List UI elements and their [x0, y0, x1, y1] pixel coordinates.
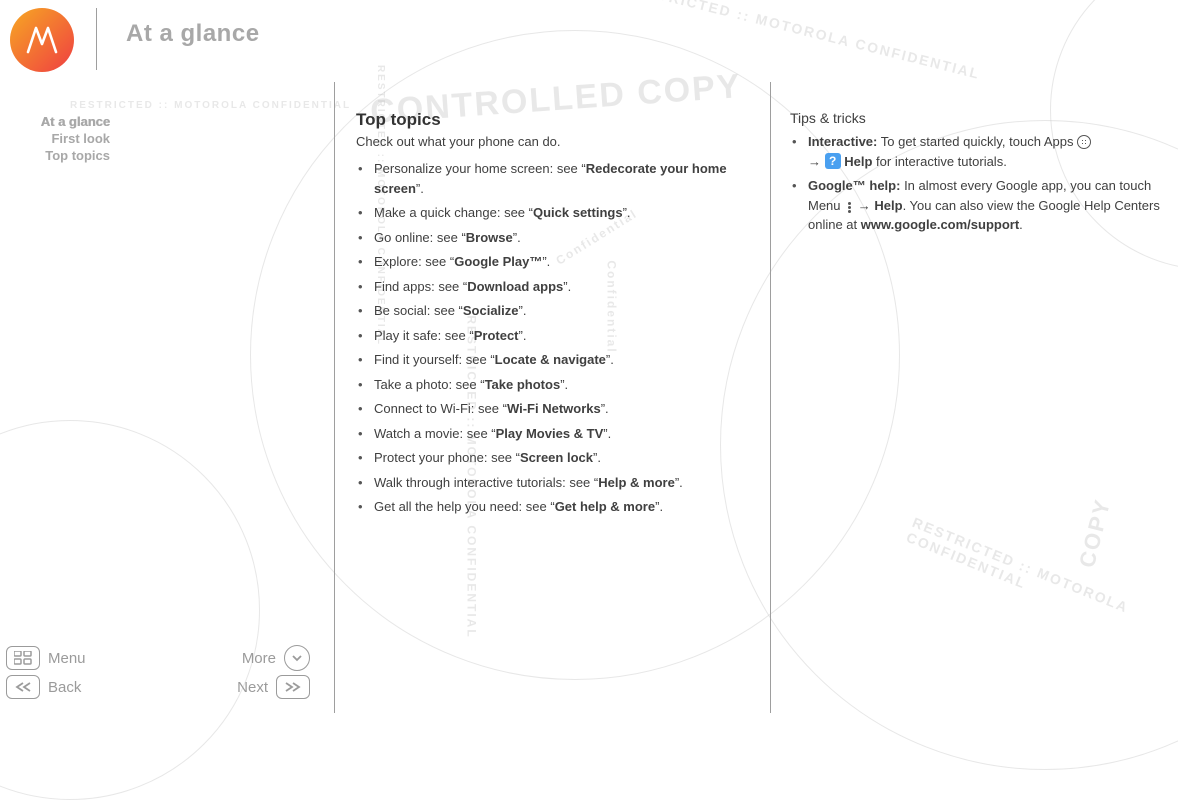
topic-text: Play it safe: see “	[374, 328, 474, 343]
help-icon: ?	[825, 153, 841, 169]
main-column: Top topics Check out what your phone can…	[356, 110, 756, 522]
topic-text: ”.	[623, 205, 631, 220]
topic-text: ”.	[513, 230, 521, 245]
topic-item: Connect to Wi-Fi: see “Wi-Fi Networks”.	[370, 399, 756, 419]
topic-text: ”.	[519, 328, 527, 343]
topic-item: Take a photo: see “Take photos”.	[370, 375, 756, 395]
more-button[interactable]	[284, 645, 310, 671]
topic-link[interactable]: Download apps	[467, 279, 563, 294]
topic-text: Walk through interactive tutorials: see …	[374, 475, 598, 490]
section-heading: Top topics	[356, 110, 756, 130]
topic-item: Find it yourself: see “Locate & navigate…	[370, 350, 756, 370]
watermark-text: RESTRICTED :: MOTOROLA CONFIDENTIAL	[70, 100, 351, 111]
topic-link[interactable]: Protect	[474, 328, 519, 343]
column-divider	[770, 82, 771, 713]
topic-link[interactable]: Quick settings	[533, 205, 623, 220]
topic-text: ”.	[675, 475, 683, 490]
topic-item: Personalize your home screen: see “Redec…	[370, 159, 756, 198]
topic-text: ”.	[563, 279, 571, 294]
topic-text: ”.	[593, 450, 601, 465]
topic-text: Make a quick change: see “	[374, 205, 533, 220]
topic-item: Play it safe: see “Protect”.	[370, 326, 756, 346]
topic-text: ”.	[519, 303, 527, 318]
tip-url[interactable]: www.google.com/support	[861, 217, 1019, 232]
tips-column: Tips & tricks Interactive: To get starte…	[790, 110, 1168, 240]
topic-item: Get all the help you need: see “Get help…	[370, 497, 756, 517]
next-label: Next	[237, 679, 268, 696]
arrow-icon: →	[858, 198, 871, 213]
tip-link[interactable]: Help	[841, 154, 873, 169]
topic-text: ”.	[603, 426, 611, 441]
topic-text: Protect your phone: see “	[374, 450, 520, 465]
topic-text: ”.	[606, 352, 614, 367]
topic-text: Find apps: see “	[374, 279, 467, 294]
header-divider	[96, 8, 97, 70]
menu-label: Menu	[48, 650, 86, 667]
topic-text: ”.	[542, 254, 550, 269]
topic-text: Find it yourself: see “	[374, 352, 495, 367]
topic-item: Go online: see “Browse”.	[370, 228, 756, 248]
topic-link[interactable]: Google Play™	[454, 254, 542, 269]
toc-link[interactable]: Top topics	[0, 148, 110, 165]
topic-item: Walk through interactive tutorials: see …	[370, 473, 756, 493]
topic-link[interactable]: Locate & navigate	[495, 352, 606, 367]
toc-link[interactable]: At a glance	[0, 114, 110, 131]
topic-text: Personalize your home screen: see “	[374, 161, 586, 176]
watermark-text: COPY	[1074, 496, 1116, 571]
topic-item: Find apps: see “Download apps”.	[370, 277, 756, 297]
tip-link[interactable]: Help	[871, 198, 903, 213]
topic-text: ”.	[416, 181, 424, 196]
tips-heading: Tips & tricks	[790, 110, 1168, 126]
topic-list: Personalize your home screen: see “Redec…	[356, 159, 756, 517]
topic-item: Be social: see “Socialize”.	[370, 301, 756, 321]
tip-label: Google™ help:	[808, 178, 900, 193]
back-button[interactable]	[6, 675, 40, 699]
topic-link[interactable]: Play Movies & TV	[496, 426, 604, 441]
topic-text: Go online: see “	[374, 230, 466, 245]
topic-text: ”.	[601, 401, 609, 416]
topic-text: ”.	[655, 499, 663, 514]
arrow-icon: →	[808, 154, 821, 169]
topic-item: Explore: see “Google Play™”.	[370, 252, 756, 272]
apps-grid-icon	[1077, 135, 1091, 149]
topic-link[interactable]: Screen lock	[520, 450, 593, 465]
topic-text: ”.	[560, 377, 568, 392]
topic-item: Protect your phone: see “Screen lock”.	[370, 448, 756, 468]
back-label: Back	[48, 679, 81, 696]
toc-link[interactable]: First look	[0, 131, 110, 148]
toc-nav: At a glanceFirst lookTop topics	[0, 114, 110, 165]
menu-overflow-icon	[844, 201, 854, 213]
topic-text: Take a photo: see “	[374, 377, 485, 392]
topic-link[interactable]: Help & more	[598, 475, 675, 490]
tip-item: Google™ help: In almost every Google app…	[804, 176, 1168, 235]
topic-text: Connect to Wi-Fi: see “	[374, 401, 507, 416]
topic-item: Make a quick change: see “Quick settings…	[370, 203, 756, 223]
topic-text: Explore: see “	[374, 254, 454, 269]
footer-nav: Menu More Back Next	[0, 643, 322, 701]
topic-text: Watch a movie: see “	[374, 426, 496, 441]
menu-button[interactable]	[6, 646, 40, 670]
watermark-text: RESTRICTED :: MOTOROLA CONFIDENTIAL	[904, 514, 1174, 648]
topic-link[interactable]: Take photos	[485, 377, 561, 392]
page-title: At a glance	[126, 20, 260, 48]
next-button[interactable]	[276, 675, 310, 699]
topic-link[interactable]: Socialize	[463, 303, 519, 318]
tip-label: Interactive:	[808, 134, 877, 149]
tip-item: Interactive: To get started quickly, tou…	[804, 132, 1168, 171]
tip-text: .	[1019, 217, 1023, 232]
topic-text: Get all the help you need: see “	[374, 499, 555, 514]
header: At a glance	[0, 0, 1178, 72]
topic-link[interactable]: Get help & more	[555, 499, 655, 514]
topic-link[interactable]: Wi-Fi Networks	[507, 401, 601, 416]
column-divider	[334, 82, 335, 713]
section-subtitle: Check out what your phone can do.	[356, 134, 756, 149]
topic-text: Be social: see “	[374, 303, 463, 318]
motorola-logo-icon	[10, 8, 74, 72]
tip-text: for interactive tutorials.	[872, 154, 1006, 169]
topic-link[interactable]: Browse	[466, 230, 513, 245]
topic-item: Watch a movie: see “Play Movies & TV”.	[370, 424, 756, 444]
tip-text: To get started quickly, touch Apps	[877, 134, 1077, 149]
more-label: More	[242, 650, 276, 667]
